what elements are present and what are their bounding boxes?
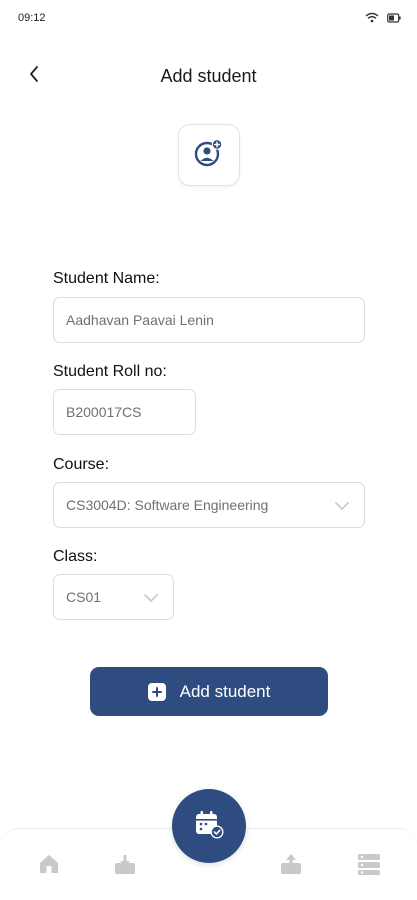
upload-icon [279,852,303,881]
nav-upload[interactable] [276,851,306,881]
download-icon [113,852,137,881]
attendance-fab[interactable] [172,789,246,863]
student-name-label: Student Name: [53,270,160,287]
wifi-icon [365,10,379,28]
student-name-value: Aadhavan Paavai Lenin [66,312,214,328]
battery-icon [387,10,401,28]
home-icon [37,852,61,881]
class-value: CS01 [66,589,102,605]
calendar-check-icon [193,808,225,845]
nav-list[interactable] [354,851,384,881]
class-select[interactable]: CS01 [53,574,174,620]
course-select[interactable]: CS3004D: Software Engineering [53,482,365,528]
plus-icon [147,682,166,701]
nav-home[interactable] [34,851,64,881]
course-value: CS3004D: Software Engineering [66,497,269,513]
add-profile-icon [194,138,224,173]
page-title: Add student [160,66,257,86]
add-student-button[interactable]: Add student [90,667,328,716]
class-label: Class: [53,548,98,565]
student-name-input[interactable]: Aadhavan Paavai Lenin [53,297,365,343]
chevron-down-icon [334,498,350,514]
chevron-down-icon [143,590,159,606]
add-photo-button[interactable] [178,124,240,186]
course-label: Course: [53,456,110,473]
nav-download[interactable] [110,851,140,881]
student-roll-label: Student Roll no: [53,363,167,380]
add-student-label: Add student [179,681,271,701]
status-icons [365,10,401,28]
status-bar: 09:12 [0,0,417,36]
list-icon [357,852,381,881]
app-header: Add student [0,56,417,96]
student-roll-value: B200017CS [66,404,142,420]
student-roll-input[interactable]: B200017CS [53,389,196,435]
status-time: 09:12 [18,12,46,24]
